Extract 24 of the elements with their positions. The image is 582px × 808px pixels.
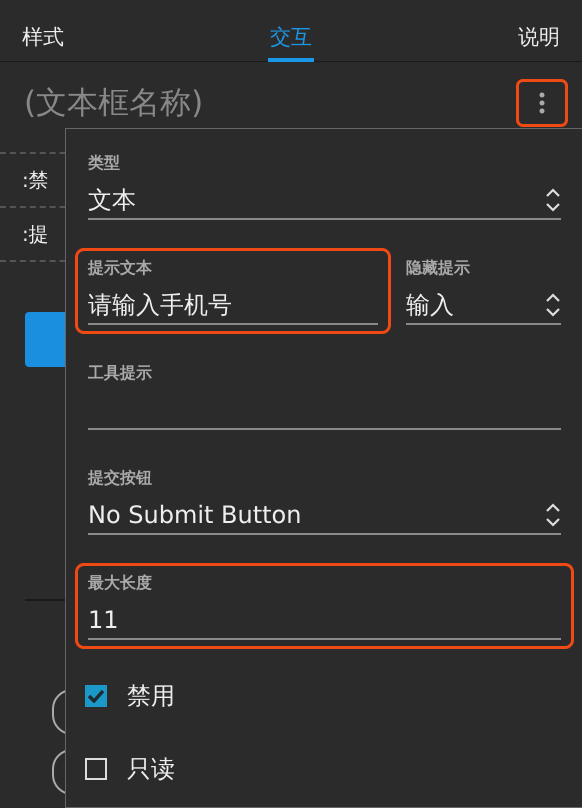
- chevron-up-down-icon: [545, 502, 561, 528]
- field-label: 工具提示: [88, 363, 153, 384]
- widget-title: (文本框名称): [24, 84, 204, 123]
- property-label: :提: [22, 220, 49, 248]
- input-field[interactable]: 11: [88, 602, 561, 640]
- tab[interactable]: 说明: [518, 0, 560, 62]
- checkbox-label: 禁用: [127, 681, 175, 712]
- select-field[interactable]: No Submit Button: [88, 497, 561, 535]
- field-label: 类型: [88, 153, 121, 174]
- select-field[interactable]: 文本: [88, 182, 561, 220]
- field-label: 提交按钮: [88, 468, 153, 489]
- checkbox[interactable]: [85, 685, 107, 707]
- tab[interactable]: 交互: [268, 0, 314, 62]
- field-label: 隐藏提示: [406, 258, 471, 279]
- chevron-up-down-icon: [545, 292, 561, 318]
- field-label: 最大长度: [88, 573, 153, 594]
- field-label: 提示文本: [88, 258, 153, 279]
- checkbox-label: 只读: [127, 754, 175, 785]
- more-icon: [539, 92, 545, 114]
- chevron-up-down-icon: [545, 187, 561, 213]
- input-field[interactable]: 请输入手机号: [88, 287, 378, 325]
- property-label: :禁: [22, 166, 49, 194]
- tab[interactable]: 样式: [22, 0, 64, 62]
- select-field[interactable]: 输入: [406, 287, 561, 325]
